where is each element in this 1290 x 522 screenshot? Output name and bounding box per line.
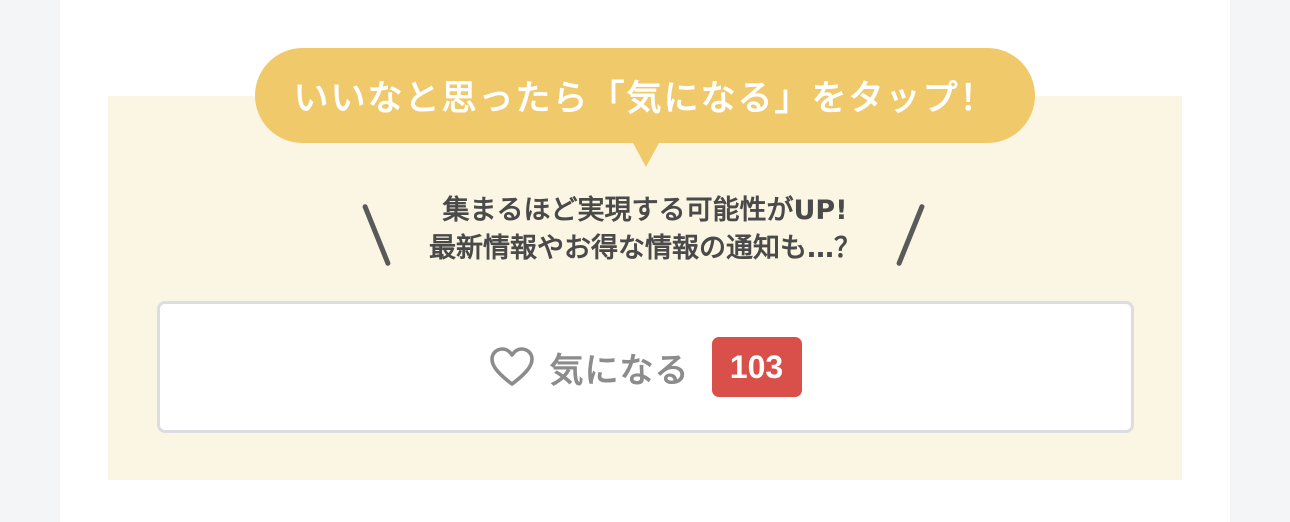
like-count-badge: 103	[711, 337, 802, 397]
message-line-2: 最新情報やお得な情報の通知も…？	[429, 233, 861, 264]
callout-text: いいなと思ったら「気になる」をタップ！	[293, 79, 997, 119]
like-button[interactable]: 気になる 103	[157, 301, 1134, 433]
callout-bubble: いいなと思ったら「気になる」をタップ！	[255, 48, 1035, 143]
heart-icon	[489, 347, 534, 387]
message-line-1: 集まるほど実現する可能性がUP!	[442, 195, 848, 226]
benefit-message: 集まるほど実現する可能性がUP! 最新情報やお得な情報の通知も…？	[380, 192, 910, 268]
callout-tail	[632, 141, 660, 167]
like-button-label: 気になる	[549, 350, 690, 391]
